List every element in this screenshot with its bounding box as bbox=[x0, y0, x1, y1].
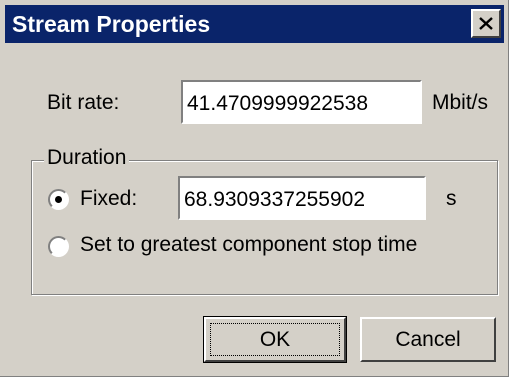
bitrate-unit: Mbit/s bbox=[432, 91, 489, 114]
bitrate-input[interactable] bbox=[181, 80, 422, 124]
title-bar[interactable]: Stream Properties bbox=[5, 5, 504, 43]
cancel-button-label: Cancel bbox=[395, 328, 461, 351]
duration-fixed-input[interactable] bbox=[178, 176, 426, 220]
stream-properties-dialog: Stream Properties Bit rate: Mbit/s Durat… bbox=[0, 0, 509, 377]
close-x-icon bbox=[479, 17, 493, 30]
greatest-stop-time-label[interactable]: Set to greatest component stop time bbox=[80, 233, 417, 257]
fixed-label[interactable]: Fixed: bbox=[80, 187, 137, 211]
bitrate-label: Bit rate: bbox=[47, 91, 120, 114]
fixed-radio[interactable] bbox=[48, 189, 69, 210]
cancel-button[interactable]: Cancel bbox=[360, 317, 496, 362]
close-button[interactable] bbox=[471, 9, 501, 38]
duration-unit: s bbox=[446, 187, 457, 210]
dialog-title: Stream Properties bbox=[12, 11, 211, 37]
focus-rectangle bbox=[210, 323, 340, 356]
greatest-stop-time-radio[interactable] bbox=[48, 236, 69, 257]
ok-button[interactable]: OK bbox=[203, 316, 347, 363]
duration-group-title: Duration bbox=[44, 146, 130, 170]
radio-selected-dot bbox=[55, 196, 62, 203]
